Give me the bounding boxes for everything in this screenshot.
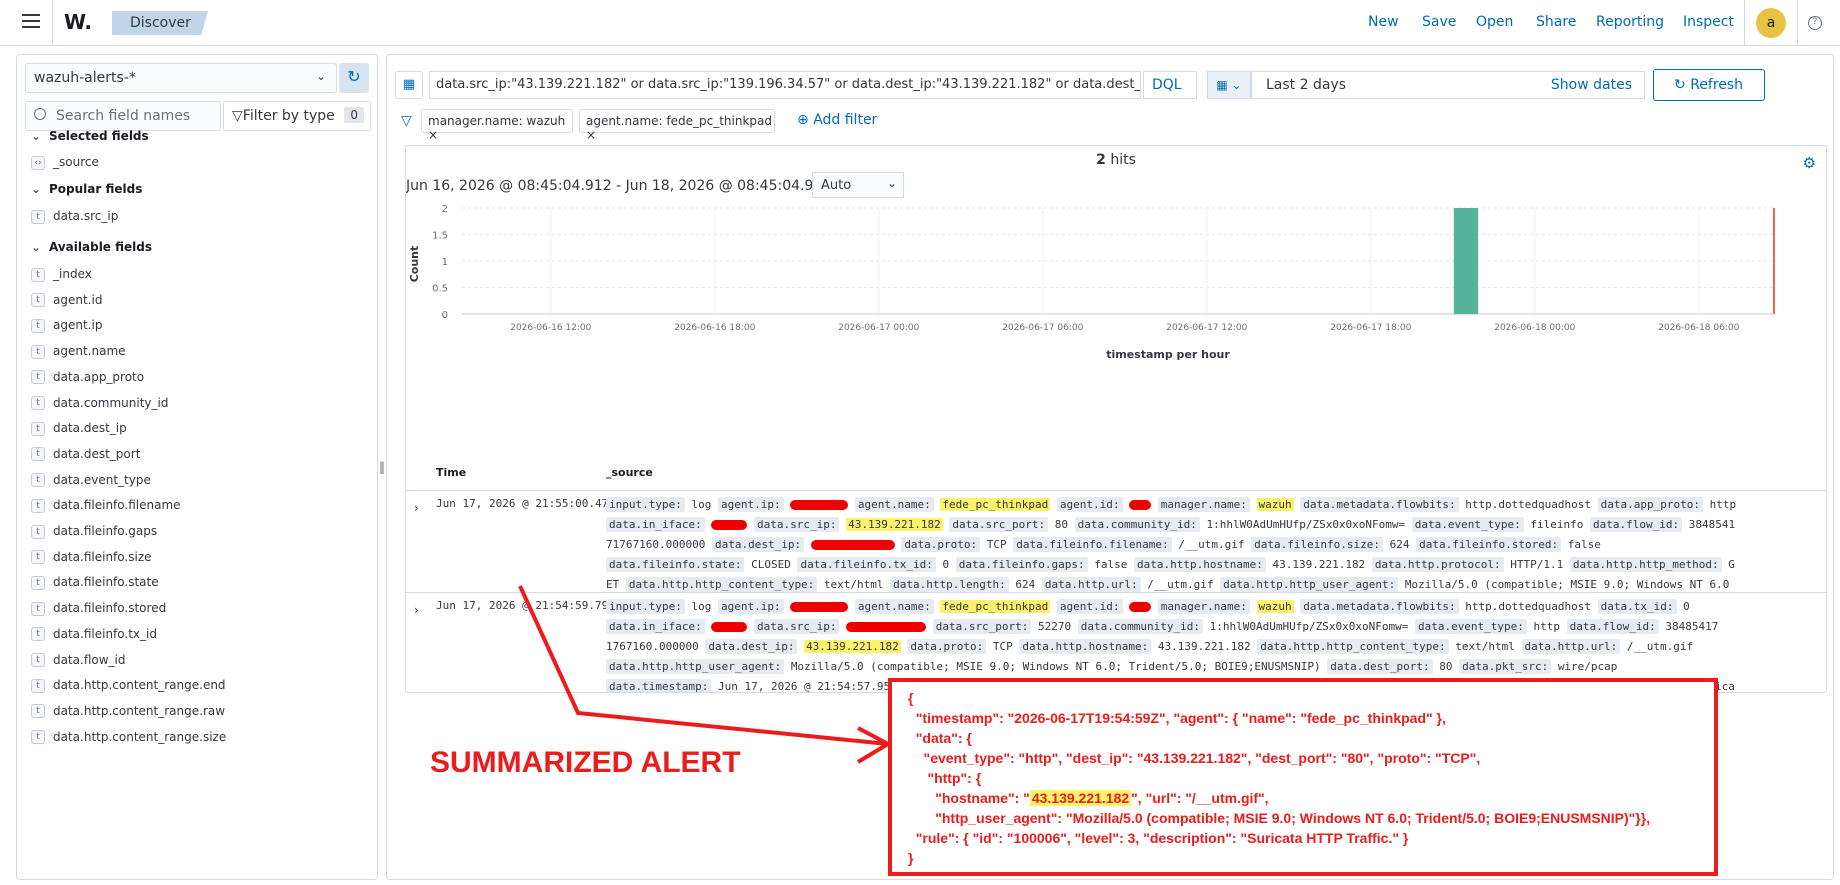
summary-text: "http_user_agent": "Mozilla/5.0 (compati… xyxy=(908,810,1651,826)
summary-text: "http": { xyxy=(908,770,982,786)
summary-line: "data": { xyxy=(908,728,1714,748)
summary-line: "http_user_agent": "Mozilla/5.0 (compati… xyxy=(908,808,1714,828)
summarized-alert-box: { "timestamp": "2026-06-17T19:54:59Z", "… xyxy=(888,678,1718,876)
highlighted-value: 43.139.221.182 xyxy=(1029,790,1132,806)
summary-text: ", "url": "/__utm.gif", xyxy=(1131,790,1269,806)
summary-text: "timestamp": "2026-06-17T19:54:59Z", "ag… xyxy=(908,710,1446,726)
summary-line: "rule": { "id": "100006", "level": 3, "d… xyxy=(908,828,1714,848)
summary-text: { xyxy=(908,690,914,706)
summary-text: "hostname": " xyxy=(908,790,1030,806)
summary-line: "timestamp": "2026-06-17T19:54:59Z", "ag… xyxy=(908,708,1714,728)
annotation-label: SUMMARIZED ALERT xyxy=(430,746,741,779)
summary-text: } xyxy=(908,850,914,866)
summary-line: "http": { xyxy=(908,768,1714,788)
summary-line: { xyxy=(908,688,1714,708)
summary-text: "event_type": "http", "dest_ip": "43.139… xyxy=(908,750,1481,766)
summary-line: "event_type": "http", "dest_ip": "43.139… xyxy=(908,748,1714,768)
summary-line: } xyxy=(908,848,1714,868)
summary-text: "rule": { "id": "100006", "level": 3, "d… xyxy=(908,830,1409,846)
summary-line: "hostname": " 43.139.221.182 ", "url": "/_… xyxy=(908,788,1714,808)
summary-text: "data": { xyxy=(908,730,972,746)
